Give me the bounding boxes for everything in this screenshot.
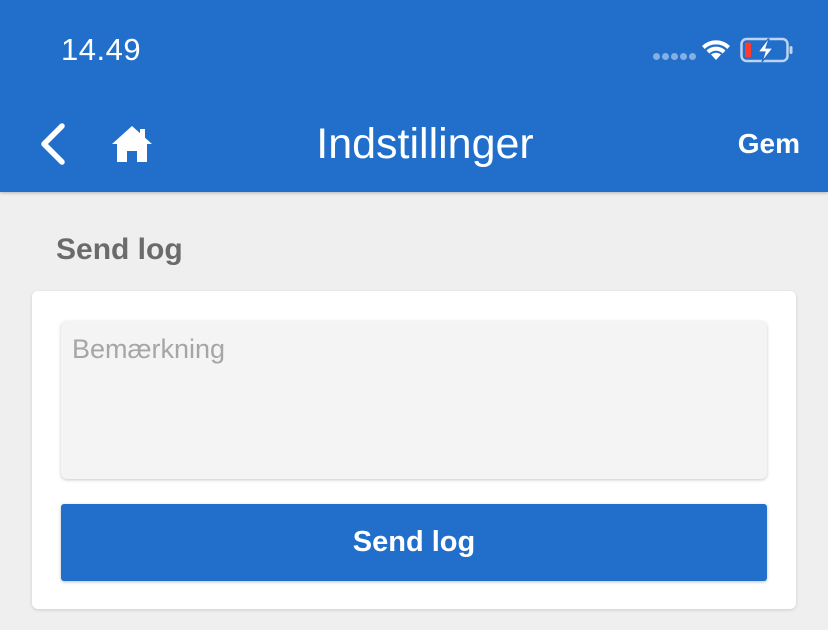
- signal-dots-icon: [653, 53, 696, 60]
- page-title: Indstillinger: [316, 120, 534, 168]
- battery-charging-low-icon: [740, 37, 793, 63]
- home-icon[interactable]: [110, 124, 154, 164]
- send-log-card: Send log: [32, 291, 796, 609]
- remark-input[interactable]: [61, 321, 767, 479]
- wifi-icon: [702, 40, 730, 60]
- top-bar: 14.49 Indstillinger Gem: [0, 0, 828, 192]
- save-button[interactable]: Gem: [738, 126, 800, 162]
- section-title: Send log: [56, 233, 183, 266]
- chevron-left-icon[interactable]: [36, 122, 72, 166]
- send-log-button[interactable]: Send log: [61, 504, 767, 581]
- status-time: 14.49: [61, 32, 142, 67]
